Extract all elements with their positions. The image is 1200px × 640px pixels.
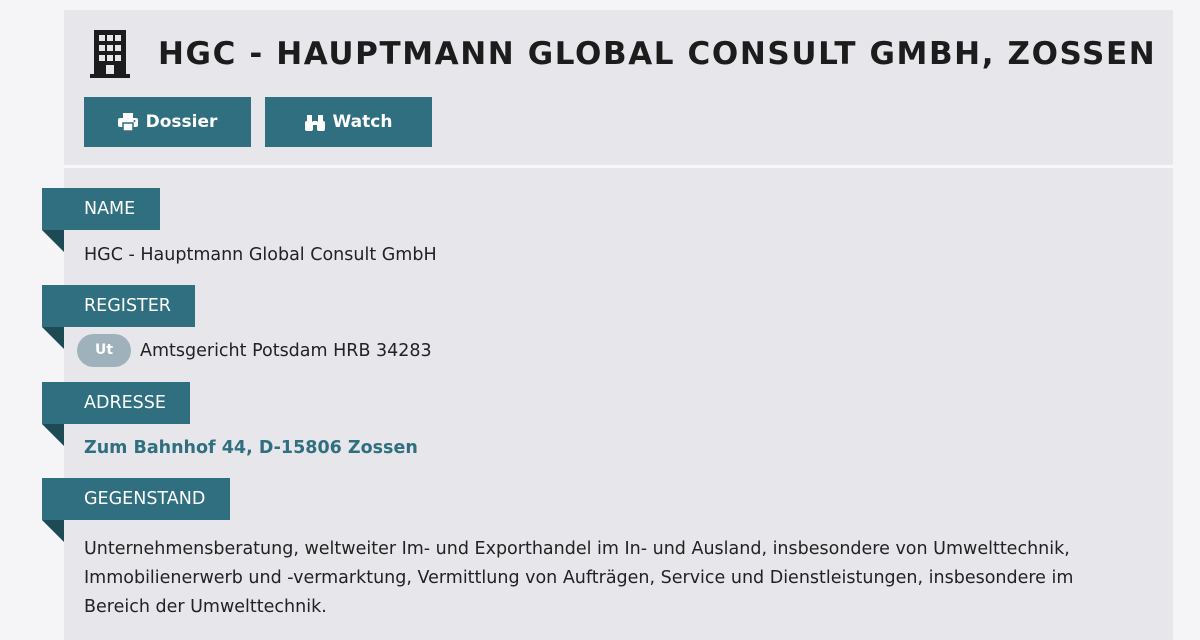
register-status-badge[interactable]: Ut bbox=[77, 334, 131, 367]
binoculars-icon bbox=[304, 115, 325, 131]
dossier-button[interactable]: Dossier bbox=[84, 97, 251, 147]
building-icon bbox=[90, 30, 130, 78]
company-panel: HGC - HAUPTMANN GLOBAL CONSULT GMBH, ZOS… bbox=[42, 10, 1173, 640]
section-label-register: REGISTER bbox=[42, 285, 195, 349]
divider bbox=[64, 165, 1173, 168]
watch-button[interactable]: Watch bbox=[265, 97, 432, 147]
ribbon-fold bbox=[42, 230, 64, 252]
page-header: HGC - HAUPTMANN GLOBAL CONSULT GMBH, ZOS… bbox=[90, 30, 1156, 78]
ribbon-fold bbox=[42, 327, 64, 349]
section-label-register-text: REGISTER bbox=[84, 296, 171, 316]
page-title: HGC - HAUPTMANN GLOBAL CONSULT GMBH, ZOS… bbox=[158, 36, 1157, 72]
watch-button-label: Watch bbox=[332, 112, 393, 132]
section-label-name: NAME bbox=[42, 188, 160, 252]
ribbon-fold bbox=[42, 520, 64, 542]
address-link[interactable]: Zum Bahnhof 44, D-15806 Zossen bbox=[84, 438, 418, 458]
ribbon-fold bbox=[42, 424, 64, 446]
section-label-purpose-text: GEGENSTAND bbox=[84, 489, 206, 509]
section-label-purpose: GEGENSTAND bbox=[42, 478, 230, 542]
company-name-value: HGC - Hauptmann Global Consult GmbH bbox=[84, 245, 437, 265]
dossier-button-label: Dossier bbox=[145, 112, 218, 132]
print-icon bbox=[117, 113, 138, 131]
section-label-name-text: NAME bbox=[84, 199, 136, 219]
section-label-address-text: ADRESSE bbox=[84, 393, 166, 413]
register-value: Amtsgericht Potsdam HRB 34283 bbox=[140, 341, 432, 361]
purpose-value: Unternehmensberatung, weltweiter Im- und… bbox=[84, 539, 1074, 617]
section-label-address: ADRESSE bbox=[42, 382, 190, 446]
